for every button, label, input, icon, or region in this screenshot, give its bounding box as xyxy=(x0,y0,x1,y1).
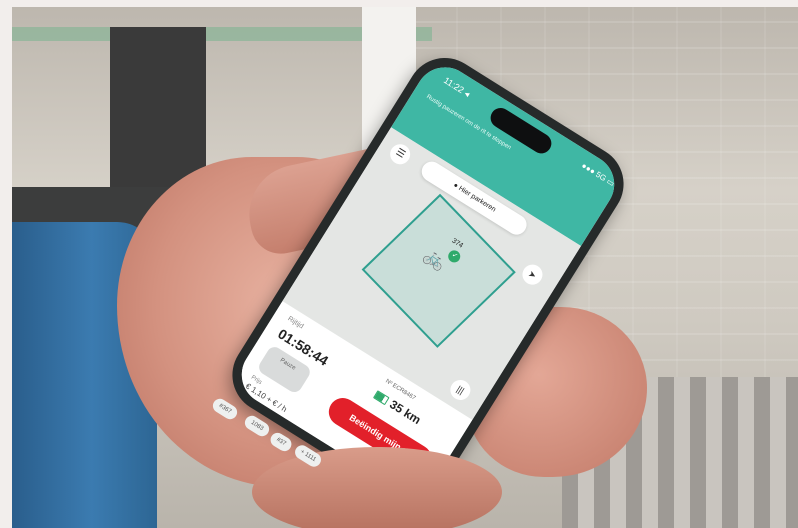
status-indicators: ●●● 5G ▭ xyxy=(579,160,617,189)
range-text: 35 km xyxy=(387,397,424,428)
status-time: 11:22 ◂ xyxy=(441,75,472,99)
menu-icon[interactable]: ☰ xyxy=(386,140,414,168)
lower-hand xyxy=(252,447,502,528)
filter-icon[interactable]: ||| xyxy=(446,376,475,404)
locate-icon[interactable]: ➤ xyxy=(518,260,547,289)
photo: 11:22 ◂ ●●● 5G ▭ Rustig pauzeren om de r… xyxy=(12,7,798,528)
battery-icon xyxy=(372,390,390,406)
